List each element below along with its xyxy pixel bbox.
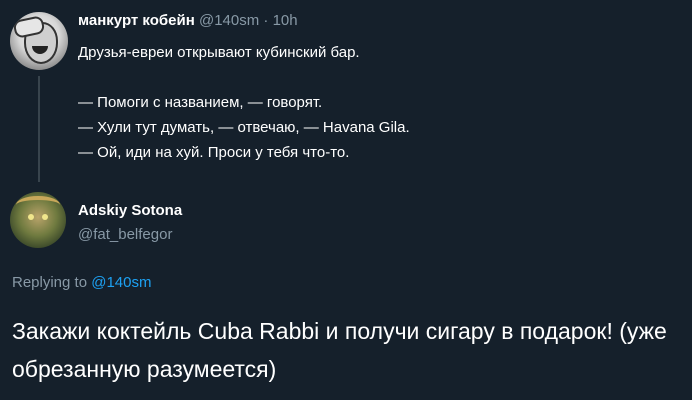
reply-tweet-text: Закажи коктейль Cuba Rabbi и получи сига… bbox=[12, 318, 667, 382]
parent-line-3: — Помоги с названием, — говорят. bbox=[78, 94, 323, 111]
parent-line-1: Друзья-евреи открывают кубинский бар. bbox=[78, 44, 360, 61]
parent-avatar[interactable] bbox=[10, 12, 68, 70]
avatar-eye-right bbox=[42, 214, 48, 220]
replying-to-label: Replying to bbox=[12, 274, 88, 291]
replying-to-line: Replying to @140sm bbox=[12, 274, 151, 291]
reply-author-name[interactable]: Adskiy Sotona bbox=[78, 202, 182, 219]
parent-tweet-time[interactable]: 10h bbox=[273, 12, 298, 29]
parent-tweet: манкурт кобейн @140sm · 10h Друзья-евреи… bbox=[0, 0, 692, 186]
avatar-horn-shape bbox=[16, 196, 60, 214]
parent-tweet-header: манкурт кобейн @140sm · 10h bbox=[78, 12, 298, 29]
parent-line-blank bbox=[78, 65, 678, 90]
parent-author-name[interactable]: манкурт кобейн bbox=[78, 12, 195, 29]
reply-author-handle[interactable]: @fat_belfegor bbox=[78, 226, 172, 243]
header-separator: · bbox=[263, 12, 269, 29]
parent-tweet-text: Друзья-евреи открывают кубинский бар. — … bbox=[78, 40, 678, 165]
parent-line-4: — Хули тут думать, — отвечаю, — Havana G… bbox=[78, 119, 410, 136]
replying-to-mention-link[interactable]: @140sm bbox=[91, 274, 151, 291]
parent-author-handle[interactable]: @140sm bbox=[199, 12, 259, 29]
avatar-eye-left bbox=[28, 214, 34, 220]
thread-connector-line bbox=[38, 76, 40, 182]
reply-avatar[interactable] bbox=[10, 192, 66, 248]
parent-line-5: — Ой, иди на хуй. Проси у тебя что-то. bbox=[78, 144, 350, 161]
